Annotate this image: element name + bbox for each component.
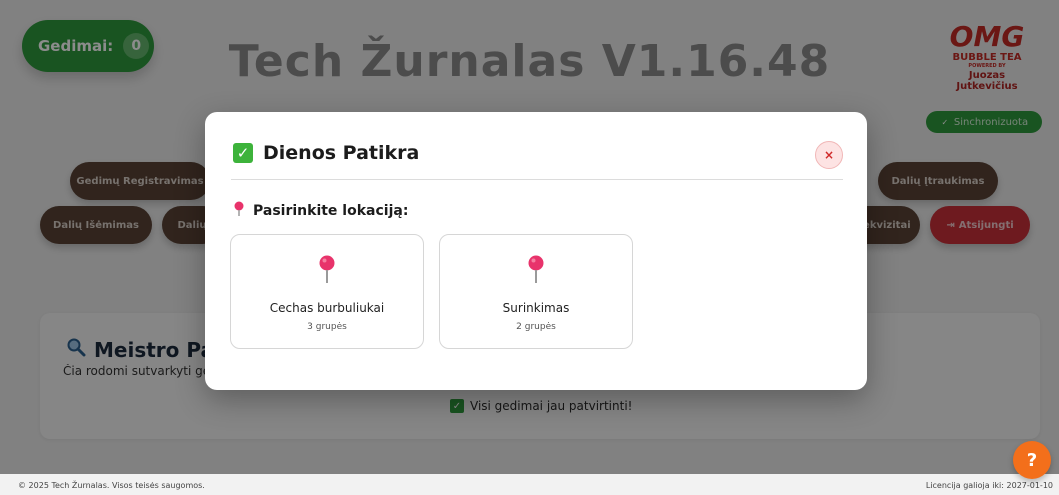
location-card-surinkimas[interactable]: Surinkimas 2 grupės	[439, 234, 633, 349]
close-button[interactable]: ×	[815, 141, 843, 169]
checkbox-icon: ✓	[233, 143, 253, 163]
pin-icon	[233, 201, 245, 221]
help-button[interactable]: ?	[1013, 441, 1051, 479]
pin-icon	[440, 255, 632, 285]
footer: © 2025 Tech Žurnalas. Visos teisės saugo…	[0, 474, 1059, 495]
modal-header: ✓ Dienos Patikra ×	[231, 140, 843, 180]
footer-license: Licencija galioja iki: 2027-01-10	[925, 481, 1053, 490]
modal-title: ✓ Dienos Patikra	[233, 142, 419, 164]
pin-icon	[231, 255, 423, 285]
location-card-cechas-burbuliukai[interactable]: Cechas burbuliukai 3 grupės	[230, 234, 424, 349]
location-group-count: 3 grupės	[307, 322, 347, 332]
daily-check-modal: ✓ Dienos Patikra × Pasirinkite lokaciją:…	[205, 112, 867, 390]
location-group-count: 2 grupės	[516, 322, 556, 332]
footer-copyright: © 2025 Tech Žurnalas. Visos teisės saugo…	[18, 481, 205, 490]
location-name: Cechas burbuliukai	[269, 301, 385, 315]
location-prompt: Pasirinkite lokaciją:	[233, 201, 408, 221]
location-name: Surinkimas	[502, 301, 570, 315]
